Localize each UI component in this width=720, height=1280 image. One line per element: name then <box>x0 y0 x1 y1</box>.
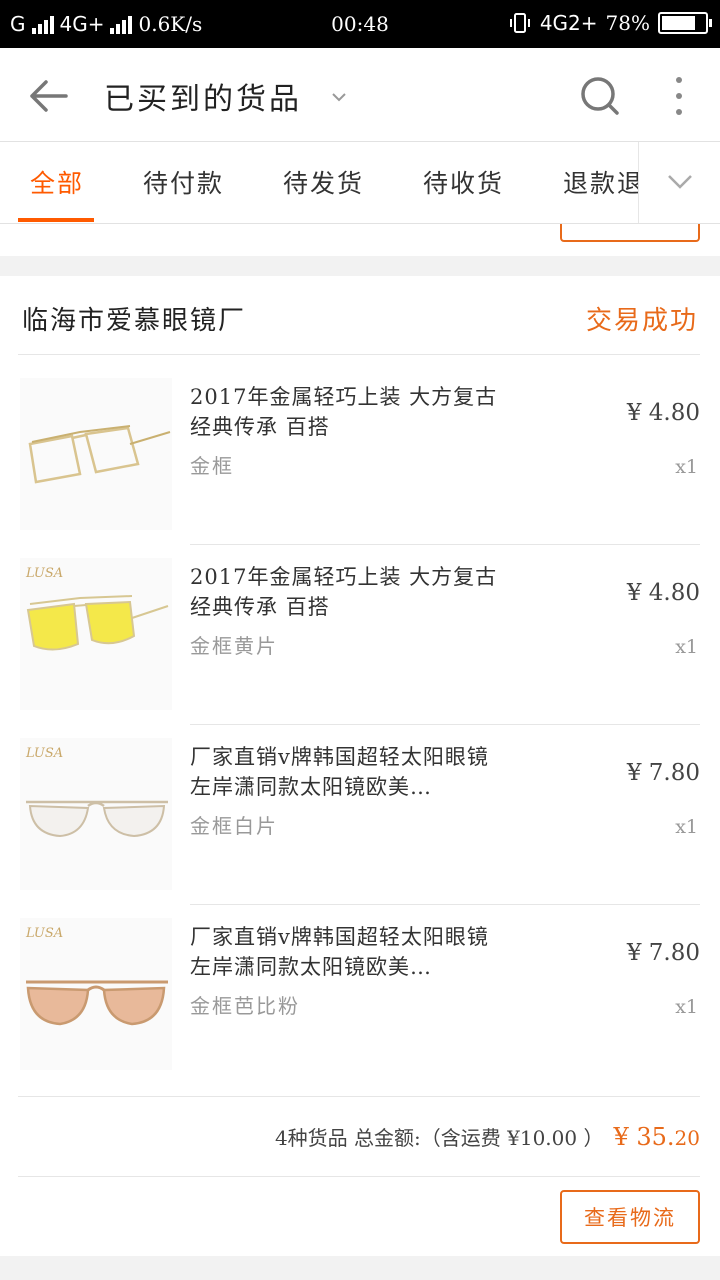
tab-all[interactable]: 全部 <box>30 164 84 200</box>
view-logistics-button[interactable]: 查看物流 <box>560 1190 700 1244</box>
chevron-down-icon[interactable] <box>330 88 348 106</box>
tab-refund-clip: 退款退 <box>560 142 638 223</box>
product-sku: 金框 <box>190 454 234 478</box>
chevron-down-icon <box>668 175 692 189</box>
active-tab-indicator <box>18 218 94 222</box>
order-status: 交易成功 <box>585 306 698 336</box>
summary-text: 4种货品 总金额:（含运费 ¥10.00 ） <box>274 1126 604 1150</box>
product-quantity: x1 <box>675 456 698 478</box>
shop-name[interactable]: 临海市爱慕眼镜厂 <box>22 300 246 337</box>
product-image: LUSA <box>20 738 172 890</box>
top-nav-bar: 已买到的货品 <box>0 48 720 142</box>
order-item[interactable]: 2017年金属轻巧上装 大方复古 经典传承 百搭 金框 ¥ 4.80 x1 <box>0 364 720 544</box>
product-quantity: x1 <box>675 996 698 1018</box>
back-arrow-icon[interactable] <box>26 74 70 118</box>
order-item[interactable]: LUSA 厂家直销v牌韩国超轻太阳眼镜左岸潇同款太阳镜欧美… 金框芭比粉 ¥ 7… <box>0 904 720 1084</box>
divider <box>18 354 700 355</box>
glasses-image <box>26 595 169 651</box>
battery-icon <box>658 12 712 34</box>
divider <box>18 1176 700 1177</box>
tab-pending-receipt[interactable]: 待收货 <box>423 164 504 200</box>
order-card: 临海市爱慕眼镜厂 交易成功 2017年金属轻巧上装 大方复古 经典传承 百搭 金… <box>0 276 720 1256</box>
divider <box>18 1096 700 1097</box>
product-sku: 金框白片 <box>190 814 278 838</box>
page-title[interactable]: 已买到的货品 <box>104 74 302 118</box>
product-price: ¥ 7.80 <box>626 760 700 786</box>
product-sku: 金框芭比粉 <box>190 994 300 1018</box>
vibrate-icon <box>509 13 530 33</box>
order-tabs: 全部 待付款 待发货 待收货 退款退 <box>0 142 720 224</box>
order-total: ¥ 35.20 <box>613 1123 700 1151</box>
glasses-image <box>28 425 171 484</box>
product-quantity: x1 <box>675 636 698 658</box>
product-name: 2017年金属轻巧上装 大方复古 经典传承 百搭 <box>190 565 498 619</box>
product-quantity: x1 <box>675 816 698 838</box>
network-right-label: 4G2+ <box>539 11 598 35</box>
glasses-image <box>26 800 168 838</box>
order-summary: 4种货品 总金额:（含运费 ¥10.00 ） ¥ 35.20 <box>275 1122 700 1151</box>
product-price: ¥ 7.80 <box>626 940 700 966</box>
total-main: ¥ 35. <box>613 1123 675 1151</box>
tab-refund[interactable]: 退款退 <box>563 164 638 200</box>
product-image <box>20 378 172 530</box>
status-bar: G 4G+ 0.6K/s 00:48 4G2+ 78% <box>0 0 720 48</box>
previous-order-card <box>0 224 720 256</box>
battery-percent: 78% <box>605 11 650 35</box>
product-image: LUSA <box>20 918 172 1070</box>
product-sku: 金框黄片 <box>190 634 278 658</box>
more-vertical-icon[interactable] <box>666 74 692 118</box>
order-item[interactable]: LUSA 2017年金属轻巧上装 大方复古 经典传承 百搭 金框黄片 ¥ 4.8… <box>0 544 720 724</box>
order-item[interactable]: LUSA 厂家直销v牌韩国超轻太阳眼镜左岸潇同款太阳镜欧美… 金框白片 ¥ 7.… <box>0 724 720 904</box>
battery-fill <box>662 16 695 30</box>
total-cents: 20 <box>674 1126 700 1150</box>
product-name: 厂家直销v牌韩国超轻太阳眼镜左岸潇同款太阳镜欧美… <box>190 925 489 979</box>
status-right: 4G2+ 78% <box>508 11 712 35</box>
previous-order-button[interactable] <box>560 224 700 242</box>
tab-pending-payment[interactable]: 待付款 <box>143 164 224 200</box>
tab-pending-shipment[interactable]: 待发货 <box>283 164 364 200</box>
glasses-image <box>26 980 168 1026</box>
product-name: 厂家直销v牌韩国超轻太阳眼镜左岸潇同款太阳镜欧美… <box>190 745 489 799</box>
search-icon[interactable] <box>578 74 622 118</box>
product-price: ¥ 4.80 <box>626 580 700 606</box>
product-image: LUSA <box>20 558 172 710</box>
product-name: 2017年金属轻巧上装 大方复古 经典传承 百搭 <box>190 385 498 439</box>
product-price: ¥ 4.80 <box>626 400 700 426</box>
tabs-expand-button[interactable] <box>638 142 720 223</box>
